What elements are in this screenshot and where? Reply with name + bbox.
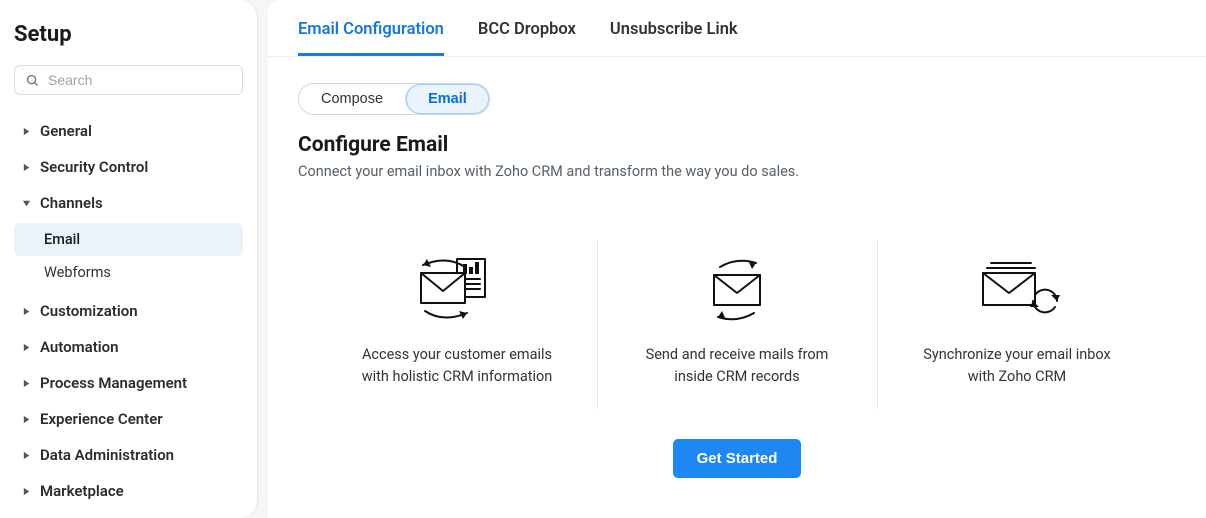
main-panel: Email Configuration BCC Dropbox Unsubscr… bbox=[268, 0, 1206, 518]
toggle-label: Email bbox=[428, 91, 467, 107]
sidebar-sub-item-email[interactable]: Email bbox=[14, 223, 243, 256]
get-started-button[interactable]: Get Started bbox=[673, 439, 802, 478]
sidebar-item-label: Channels bbox=[40, 194, 103, 212]
chevron-right-icon bbox=[20, 307, 32, 316]
tab-label: BCC Dropbox bbox=[478, 20, 576, 39]
cta-label: Get Started bbox=[697, 450, 778, 467]
sidebar-item-data-administration[interactable]: Data Administration bbox=[14, 437, 243, 473]
sidebar-sub-channels: Email Webforms bbox=[14, 223, 243, 289]
compose-email-toggle: Compose Email bbox=[298, 83, 490, 115]
tab-label: Email Configuration bbox=[298, 20, 444, 39]
chevron-right-icon bbox=[20, 379, 32, 388]
envelope-doc-cycle-icon bbox=[351, 250, 563, 330]
search-box[interactable] bbox=[14, 65, 243, 95]
chevron-right-icon bbox=[20, 451, 32, 460]
feature-text: Access your customer emails with holisti… bbox=[351, 344, 563, 389]
sidebar-item-security-control[interactable]: Security Control bbox=[14, 149, 243, 185]
tab-bar: Email Configuration BCC Dropbox Unsubscr… bbox=[268, 0, 1206, 57]
feature-holistic-crm: Access your customer emails with holisti… bbox=[317, 250, 597, 389]
sidebar-item-label: Automation bbox=[40, 338, 119, 356]
sidebar-nav: General Security Control Channels Email … bbox=[14, 113, 243, 509]
envelope-arrows-icon bbox=[631, 250, 843, 330]
sidebar-sub-item-label: Email bbox=[44, 231, 80, 248]
search-icon bbox=[25, 73, 40, 88]
sidebar-title: Setup bbox=[14, 22, 243, 47]
chevron-down-icon bbox=[20, 199, 32, 208]
feature-sync-inbox: Synchronize your email inbox with Zoho C… bbox=[877, 250, 1157, 389]
tab-label: Unsubscribe Link bbox=[610, 20, 738, 39]
features-row: Access your customer emails with holisti… bbox=[317, 250, 1157, 389]
sidebar-item-process-management[interactable]: Process Management bbox=[14, 365, 243, 401]
tab-unsubscribe-link[interactable]: Unsubscribe Link bbox=[610, 20, 738, 56]
section-description: Connect your email inbox with Zoho CRM a… bbox=[298, 163, 1176, 180]
feature-text: Synchronize your email inbox with Zoho C… bbox=[911, 344, 1123, 389]
chevron-right-icon bbox=[20, 487, 32, 496]
sidebar-item-label: Customization bbox=[40, 302, 138, 320]
chevron-right-icon bbox=[20, 163, 32, 172]
search-input[interactable] bbox=[48, 72, 232, 88]
toggle-email[interactable]: Email bbox=[405, 84, 489, 114]
feature-text: Send and receive mails from inside CRM r… bbox=[631, 344, 843, 389]
cta-row: Get Started bbox=[298, 439, 1176, 478]
sidebar-item-label: Data Administration bbox=[40, 446, 174, 464]
toggle-compose[interactable]: Compose bbox=[299, 84, 405, 114]
sidebar-sub-item-webforms[interactable]: Webforms bbox=[14, 256, 243, 289]
chevron-right-icon bbox=[20, 127, 32, 136]
chevron-right-icon bbox=[20, 343, 32, 352]
sidebar-item-customization[interactable]: Customization bbox=[14, 293, 243, 329]
toggle-label: Compose bbox=[321, 91, 383, 107]
sidebar-item-label: Security Control bbox=[40, 158, 148, 176]
tab-bcc-dropbox[interactable]: BCC Dropbox bbox=[478, 20, 576, 56]
content-area: Compose Email Configure Email Connect yo… bbox=[268, 57, 1206, 504]
sidebar-item-automation[interactable]: Automation bbox=[14, 329, 243, 365]
sidebar-item-experience-center[interactable]: Experience Center bbox=[14, 401, 243, 437]
sidebar-item-label: Process Management bbox=[40, 374, 187, 392]
sidebar-item-channels[interactable]: Channels bbox=[14, 185, 243, 221]
tab-email-configuration[interactable]: Email Configuration bbox=[298, 20, 444, 56]
feature-send-receive: Send and receive mails from inside CRM r… bbox=[597, 250, 877, 389]
envelope-sync-icon bbox=[911, 250, 1123, 330]
sidebar-item-general[interactable]: General bbox=[14, 113, 243, 149]
sidebar-sub-item-label: Webforms bbox=[44, 264, 111, 281]
sidebar: Setup General Security Control Channels bbox=[0, 0, 258, 518]
sidebar-item-label: Experience Center bbox=[40, 410, 163, 428]
sidebar-item-marketplace[interactable]: Marketplace bbox=[14, 473, 243, 509]
section-title: Configure Email bbox=[298, 133, 1176, 157]
sidebar-item-label: Marketplace bbox=[40, 482, 124, 500]
chevron-right-icon bbox=[20, 415, 32, 424]
sidebar-item-label: General bbox=[40, 122, 92, 140]
